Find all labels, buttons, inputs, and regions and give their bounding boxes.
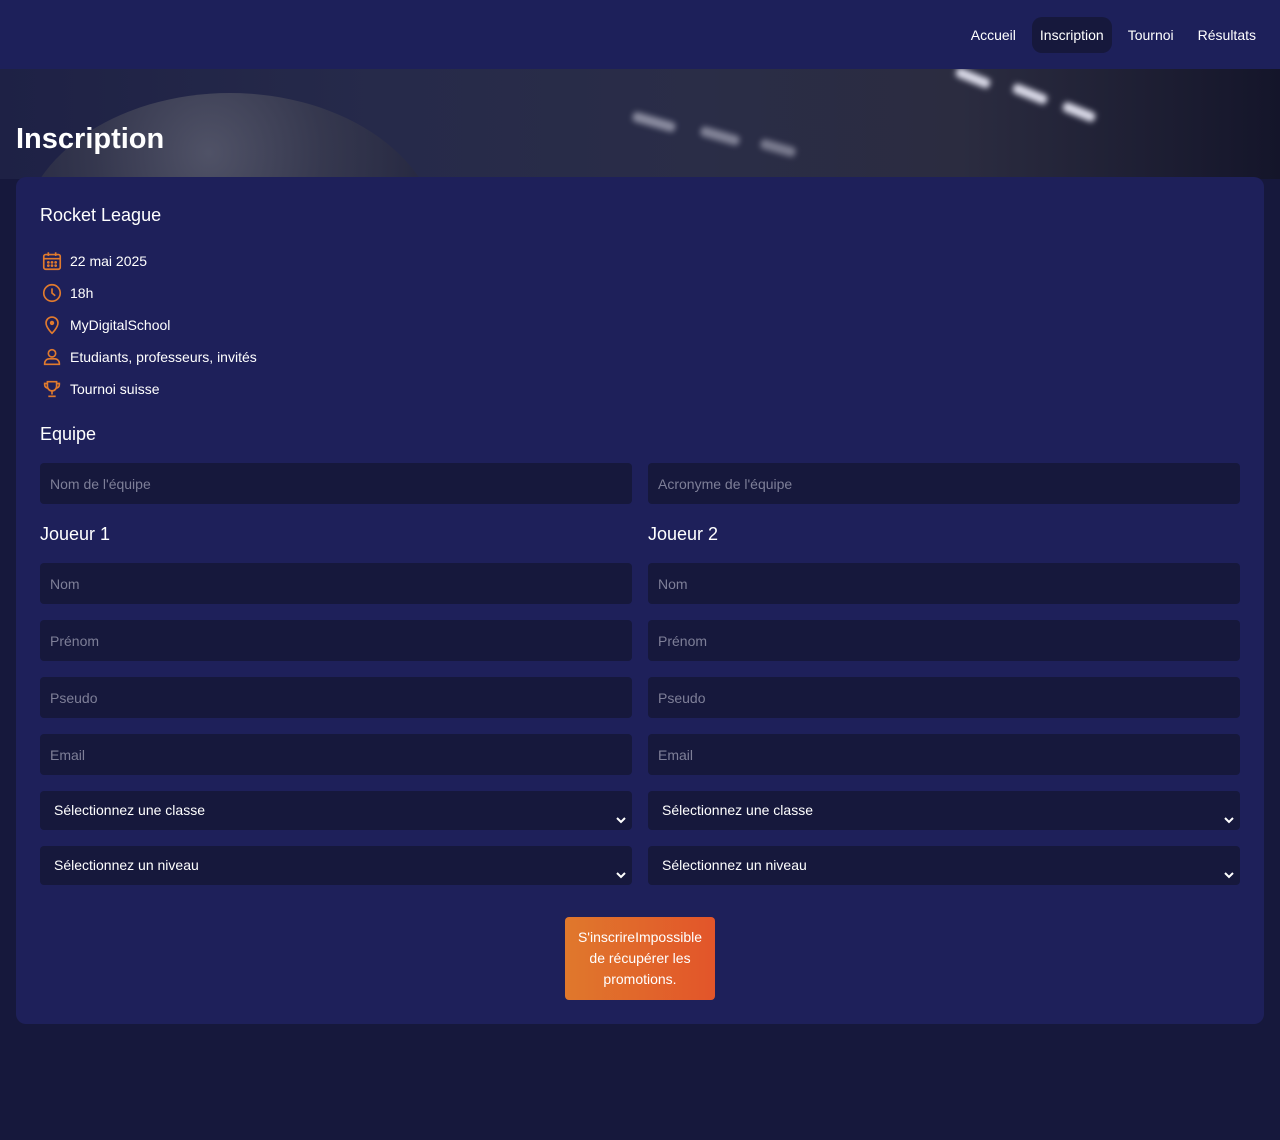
event-audience-row: Etudiants, professeurs, invités	[40, 341, 257, 373]
event-time-row: 18h	[40, 277, 257, 309]
event-date-row: 22 mai 2025	[40, 245, 257, 277]
player1-lastname-input[interactable]	[40, 563, 632, 604]
player1-pseudo-input[interactable]	[40, 677, 632, 718]
map-pin-icon	[40, 313, 64, 337]
player1-email-input[interactable]	[40, 734, 632, 775]
chevron-down-icon	[614, 858, 628, 897]
chevron-down-icon	[1222, 858, 1236, 897]
page-title: Inscription	[16, 123, 165, 155]
player2-level-value: Sélectionnez un niveau	[662, 857, 807, 873]
event-date: 22 mai 2025	[70, 253, 148, 269]
nav-accueil[interactable]: Accueil	[963, 17, 1024, 53]
team-heading: Equipe	[40, 424, 97, 444]
player1-heading: Joueur 1	[40, 524, 111, 544]
player2-level-select[interactable]: Sélectionnez un niveau	[648, 846, 1240, 885]
game-title: Rocket League	[40, 205, 162, 225]
team-acronym-input[interactable]	[648, 463, 1240, 504]
player1-class-select[interactable]: Sélectionnez une classe	[40, 791, 632, 830]
team-name-input[interactable]	[40, 463, 632, 504]
player2-class-value: Sélectionnez une classe	[662, 802, 813, 818]
player2-lastname-input[interactable]	[648, 563, 1240, 604]
chevron-down-icon	[1222, 803, 1236, 842]
event-location-row: MyDigitalSchool	[40, 309, 257, 341]
event-format: Tournoi suisse	[70, 381, 160, 397]
top-navbar: Accueil Inscription Tournoi Résultats	[0, 0, 1280, 69]
player2-email-input[interactable]	[648, 734, 1240, 775]
hero-banner	[0, 69, 1280, 179]
player2-class-select[interactable]: Sélectionnez une classe	[648, 791, 1240, 830]
player1-firstname-input[interactable]	[40, 620, 632, 661]
event-format-row: Tournoi suisse	[40, 373, 257, 405]
player1-level-select[interactable]: Sélectionnez un niveau	[40, 846, 632, 885]
trophy-icon	[40, 377, 64, 401]
clock-icon	[40, 281, 64, 305]
nav-tournoi[interactable]: Tournoi	[1120, 17, 1182, 53]
event-info-list: 22 mai 2025 18h MyDigitalSchool Etudiant…	[40, 245, 257, 405]
hero-light	[1061, 100, 1097, 124]
hero-light	[954, 69, 992, 90]
hero-light	[699, 125, 741, 147]
event-audience: Etudiants, professeurs, invités	[70, 349, 257, 365]
calendar-icon	[40, 249, 64, 273]
submit-button[interactable]: S'inscrireImpossible de récupérer les pr…	[565, 917, 715, 1000]
hero-light	[1011, 82, 1049, 106]
chevron-down-icon	[614, 803, 628, 842]
player1-level-value: Sélectionnez un niveau	[54, 857, 199, 873]
nav-inscription[interactable]: Inscription	[1031, 16, 1112, 53]
event-time: 18h	[70, 285, 94, 301]
user-icon	[40, 345, 64, 369]
nav-resultats[interactable]: Résultats	[1190, 17, 1264, 53]
player2-pseudo-input[interactable]	[648, 677, 1240, 718]
event-location: MyDigitalSchool	[70, 317, 171, 333]
player2-firstname-input[interactable]	[648, 620, 1240, 661]
registration-card: Rocket League 22 mai 2025 18h MyDigitalS…	[16, 177, 1264, 1024]
player1-class-value: Sélectionnez une classe	[54, 802, 205, 818]
hero-light	[631, 111, 677, 133]
hero-light	[759, 138, 797, 158]
player2-heading: Joueur 2	[648, 524, 719, 544]
